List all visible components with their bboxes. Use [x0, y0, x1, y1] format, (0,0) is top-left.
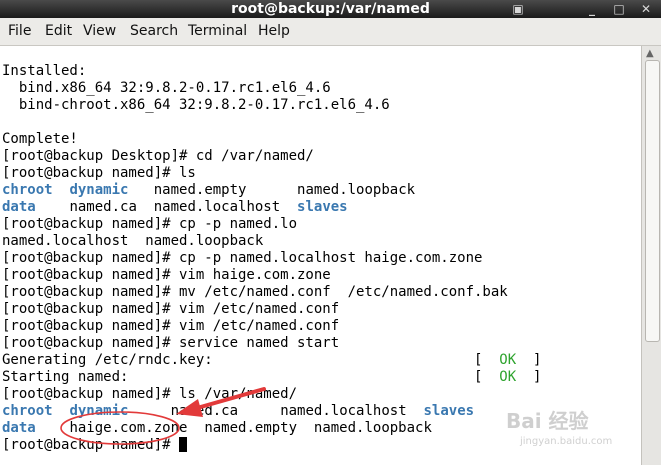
ls-output-row: chroot dynamic named.empty named.loopbac… — [2, 182, 415, 199]
output-line: Installed: — [2, 63, 87, 79]
command-line: [root@backup named]# mv /etc/named.conf … — [2, 284, 508, 300]
dir-entry: chroot — [2, 403, 53, 419]
scroll-up-icon[interactable]: ▲ — [646, 48, 654, 59]
menu-search[interactable]: Search — [130, 23, 178, 39]
window-menu-icon[interactable]: ▣ — [508, 1, 528, 17]
output-line: bind-chroot.x86_64 32:9.8.2-0.17.rc1.el6… — [2, 97, 390, 113]
output-line: Generating /etc/rndc.key: — [2, 352, 213, 368]
command-line: [root@backup named]# ls /var/named/ — [2, 386, 298, 402]
window-title: root@backup:/var/named — [231, 1, 430, 17]
output-line: Complete! — [2, 131, 78, 147]
file-entry: named.localhost — [153, 199, 281, 215]
dir-entry: data — [2, 420, 36, 436]
window-titlebar: root@backup:/var/named ▣ _ □ ✕ — [0, 0, 661, 18]
command-line: [root@backup named]# cp -p named.lo — [2, 216, 298, 232]
text-cursor — [179, 437, 188, 452]
menu-edit[interactable]: Edit — [45, 23, 72, 39]
status-ok: [ OK ] — [474, 352, 542, 368]
maximize-icon[interactable]: □ — [609, 1, 629, 17]
watermark-url: jingyan.baidu.com — [520, 436, 613, 447]
command-line: [root@backup named]# vim haige.com.zone — [2, 267, 331, 283]
menu-view[interactable]: View — [83, 23, 116, 39]
command-line: [root@backup named]# cp -p named.localho… — [2, 250, 483, 266]
status-ok: [ OK ] — [474, 369, 542, 385]
terminal-output[interactable]: Installed: bind.x86_64 32:9.8.2-0.17.rc1… — [0, 46, 641, 465]
output-line: bind.x86_64 32:9.8.2-0.17.rc1.el6_4.6 — [2, 80, 331, 96]
command-line: [root@backup named]# service named start — [2, 335, 340, 351]
output-line: named.localhost named.loopback — [2, 233, 264, 249]
dir-entry: chroot — [2, 182, 53, 198]
dir-entry: data — [2, 199, 36, 215]
command-line: [root@backup named]# ls — [2, 165, 196, 181]
command-line: [root@backup Desktop]# cd /var/named/ — [2, 148, 314, 164]
file-entry: named.ca — [69, 199, 137, 215]
file-entry: named.loopback — [297, 182, 416, 198]
file-entry: named.empty — [204, 420, 298, 436]
ok-label: OK — [499, 369, 517, 385]
prompt-line[interactable]: [root@backup named]# — [2, 437, 188, 454]
shell-prompt: [root@backup named]# — [2, 437, 180, 453]
minimize-icon[interactable]: _ — [582, 1, 602, 17]
watermark-logo: Bai 经验 — [506, 409, 589, 433]
file-entry: named.empty — [153, 182, 247, 198]
file-entry: named.loopback — [313, 420, 432, 436]
dir-entry: dynamic — [69, 403, 129, 419]
close-icon[interactable]: ✕ — [636, 1, 656, 17]
file-entry: named.ca — [170, 403, 239, 419]
ls-output-row: chroot dynamic named.ca named.localhost … — [2, 403, 474, 420]
file-entry-highlighted: haige.com.zone — [69, 420, 188, 436]
vertical-scrollbar[interactable]: ▲ — [641, 46, 661, 465]
output-line: Starting named: — [2, 369, 129, 385]
ls-output-row: data haige.com.zone named.empty named.lo… — [2, 420, 432, 437]
menubar: File Edit View Search Terminal Help — [0, 18, 661, 46]
ls-output-row: data named.ca named.localhost slaves — [2, 199, 348, 216]
menu-terminal[interactable]: Terminal — [188, 23, 247, 39]
dir-entry: dynamic — [69, 182, 129, 198]
ok-label: OK — [499, 352, 517, 368]
file-entry: named.localhost — [280, 403, 407, 419]
scrollbar-thumb[interactable] — [645, 60, 660, 342]
dir-entry: slaves — [297, 199, 348, 215]
dir-entry: slaves — [423, 403, 475, 419]
menu-file[interactable]: File — [8, 23, 31, 39]
command-line: [root@backup named]# vim /etc/named.conf — [2, 301, 340, 317]
command-line: [root@backup named]# vim /etc/named.conf — [2, 318, 340, 334]
menu-help[interactable]: Help — [258, 23, 290, 39]
